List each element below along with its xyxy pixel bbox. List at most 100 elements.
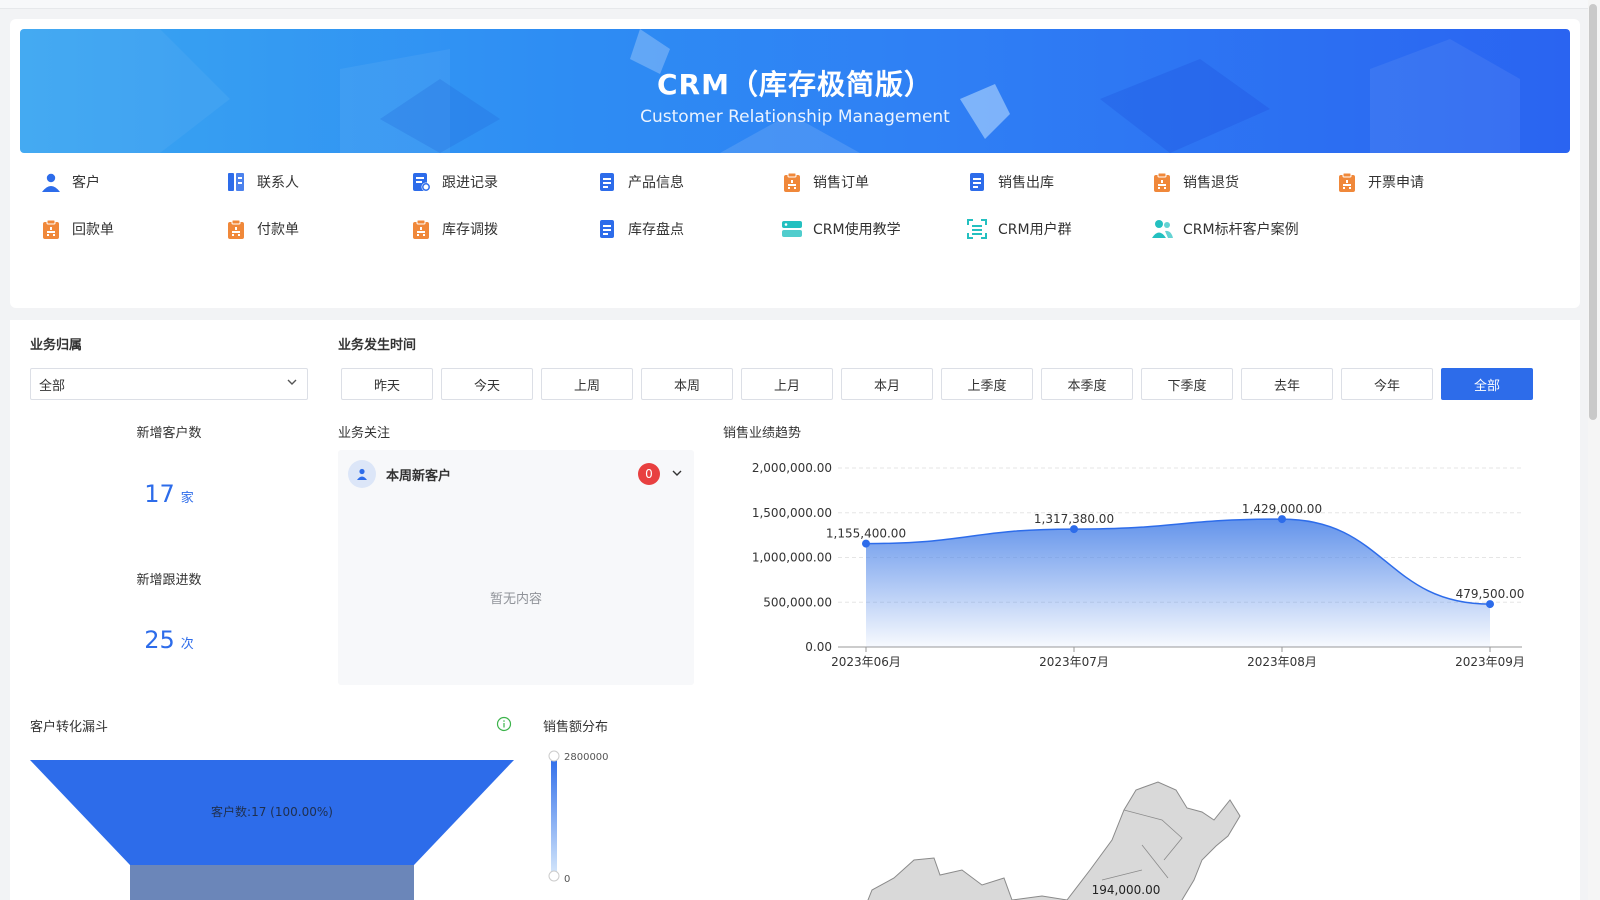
quick-link-label: 产品信息 [628,175,684,191]
document-icon [970,173,984,191]
quick-link-label: CRM使用教学 [813,222,901,238]
y-tick-label: 1,000,000.00 [752,551,832,565]
page-scrollbar[interactable] [1588,0,1600,900]
chevron-down-icon[interactable] [670,465,684,484]
focus-panel: 本周新客户 0 暂无内容 [338,450,694,685]
quick-link-8[interactable]: 开票申请 [1336,170,1424,194]
new-customers-number: 17 [144,480,175,508]
time-filter-button-10[interactable]: 去年 [1241,368,1333,400]
x-tick-label: 2023年08月 [1247,655,1317,669]
quick-link-label: 客户 [72,175,100,191]
info-icon[interactable] [496,716,512,736]
time-filter-button-2[interactable]: 今天 [441,368,533,400]
quick-link-12[interactable]: 库存盘点 [596,217,684,241]
distribution-svg: 2800000 0 194,000.00 [548,750,1241,900]
time-filter-button-12[interactable]: 全部 [1441,368,1533,400]
time-filter-button-4[interactable]: 本周 [641,368,733,400]
new-followups-label: 新增跟进数 [136,573,202,588]
scale-handle-top[interactable] [548,750,560,762]
distribution-section-label: 销售额分布 [543,720,609,735]
clipboard-icon [1154,172,1170,192]
funnel-svg: 客户数:17 (100.00%) [30,760,514,900]
chevron-down-icon [285,375,299,393]
quick-link-6[interactable]: 销售出库 [966,170,1054,194]
time-filter-button-3[interactable]: 上周 [541,368,633,400]
quick-link-10[interactable]: 付款单 [225,217,299,241]
quick-link-14[interactable]: CRM用户群 [966,217,1072,241]
scale-min-label: 0 [564,874,570,885]
banner-title: CRM（库存极简版） [657,68,933,101]
banner: CRM（库存极简版） Customer Relationship Managem… [20,29,1570,153]
conversion-funnel: 客户数:17 (100.00%) [30,758,518,900]
owner-select[interactable]: 全部 [30,368,308,400]
time-filter-button-6[interactable]: 本月 [841,368,933,400]
quick-link-label: 开票申请 [1368,175,1424,191]
quick-link-4[interactable]: 产品信息 [596,170,684,194]
focus-item-this-week-new-customers[interactable]: 本周新客户 0 [348,460,684,488]
quick-link-2[interactable]: 联系人 [225,170,299,194]
clipboard-icon [228,219,244,239]
x-tick-label: 2023年06月 [831,655,901,669]
funnel-stage-next[interactable] [130,865,414,900]
sales-trend-svg: 0.00 500,000.00 1,000,000.00 1,500,000.00 2,… [752,461,1525,669]
clipboard-icon [784,172,800,192]
focus-section-label: 业务关注 [338,426,391,441]
y-tick-label: 1,500,000.00 [752,506,832,520]
quick-link-1[interactable]: 客户 [40,170,100,194]
quick-link-label: 跟进记录 [442,175,498,191]
visual-map-scale[interactable] [551,756,557,876]
quick-link-15[interactable]: CRM标杆客户案例 [1151,217,1299,241]
quick-link-label: 联系人 [257,175,299,191]
time-filter-button-5[interactable]: 上月 [741,368,833,400]
y-tick-label: 500,000.00 [763,595,832,609]
trend-point[interactable] [862,539,870,548]
china-map-shape[interactable] [860,781,1241,900]
time-filter-button-7[interactable]: 上季度 [941,368,1033,400]
quick-link-9[interactable]: 回款单 [40,217,114,241]
window-top-edge [0,0,1600,9]
trend-point[interactable] [1486,600,1494,609]
trend-point[interactable] [1278,515,1286,524]
quick-link-label: 库存调拨 [442,222,498,238]
sales-trend-chart: 0.00 500,000.00 1,000,000.00 1,500,000.00 2,… [722,458,1542,680]
product-doc-icon [600,173,614,191]
owner-filter-label: 业务归属 [30,338,83,353]
tutorial-icon [782,221,802,237]
time-filter-button-9[interactable]: 下季度 [1141,368,1233,400]
quick-link-7[interactable]: 销售退货 [1151,170,1239,194]
users-icon [1152,220,1173,238]
quick-links: 客户 联系人 跟进记录 产品信息 销售订单 销售出库 销售退货 开票申请回款单 付款单 库存调拨 库… [40,170,1540,280]
new-customers-unit: 家 [180,491,194,506]
scale-handle-bottom[interactable] [548,870,560,882]
clipboard-icon [1339,172,1355,192]
clipboard-icon [43,219,59,239]
quick-link-label: 库存盘点 [628,222,684,238]
data-label: 1,155,400.00 [826,527,906,541]
quick-link-label: CRM标杆客户案例 [1183,222,1299,238]
dashboard-card: 业务归属 全部 业务发生时间 新增客户数 17 家 新增跟进数 25 次 业务关注 … [10,320,1580,900]
document-icon [600,220,614,238]
quick-link-11[interactable]: 库存调拨 [410,217,498,241]
scrollbar-thumb[interactable] [1589,4,1597,420]
owner-select-value: 全部 [39,378,66,394]
clipboard-icon [413,219,429,239]
quick-link-13[interactable]: CRM使用教学 [781,217,901,241]
empty-state: 暂无内容 [489,592,542,607]
customer-icon [42,173,60,192]
quick-link-3[interactable]: 跟进记录 [410,170,498,194]
quick-link-5[interactable]: 销售订单 [781,170,869,194]
trend-section-label: 销售业绩趋势 [723,426,802,441]
new-customers-label: 新增客户数 [136,426,202,441]
contact-icon [228,173,244,191]
user-avatar-icon [348,460,376,488]
time-filter-button-8[interactable]: 本季度 [1041,368,1133,400]
new-followups-unit: 次 [180,637,194,652]
scan-group-icon [967,219,987,239]
x-tick-label: 2023年09月 [1455,655,1525,669]
focus-item-title: 本周新客户 [386,468,452,484]
time-filter-button-1[interactable]: 昨天 [341,368,433,400]
time-filter-button-11[interactable]: 今年 [1341,368,1433,400]
quick-link-label: 销售订单 [813,175,869,191]
trend-point[interactable] [1070,525,1078,534]
new-followups-number: 25 [144,626,175,654]
